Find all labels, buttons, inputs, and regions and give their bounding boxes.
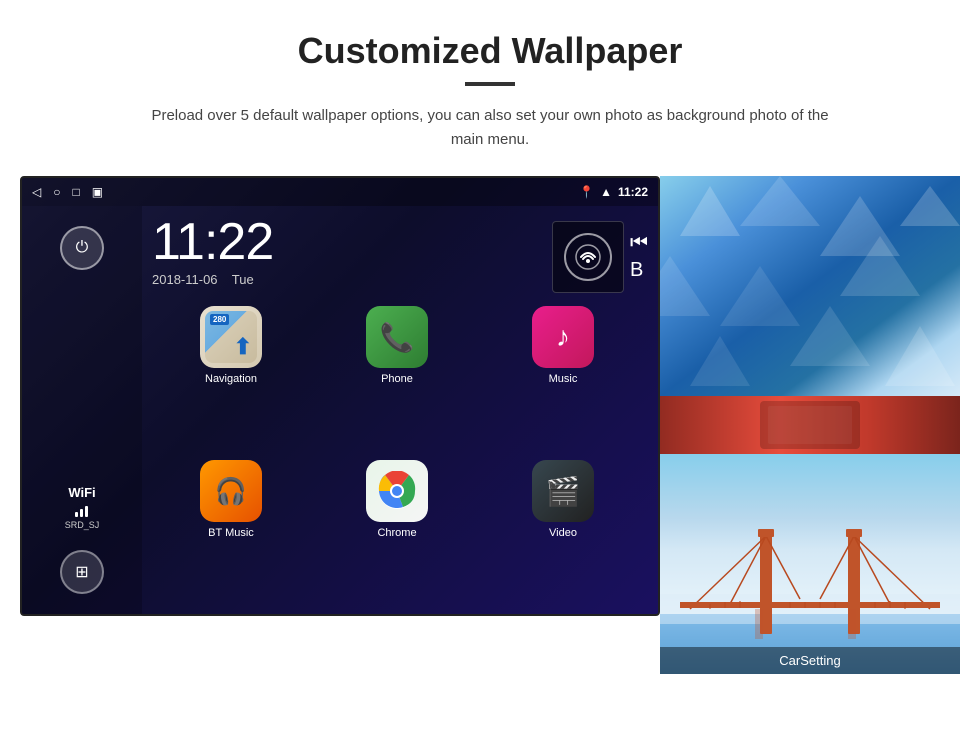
- recents-nav-icon[interactable]: □: [72, 185, 79, 199]
- media-controls: ⏮ B: [630, 232, 648, 282]
- app-item-chrome[interactable]: Chrome: [318, 460, 476, 606]
- page-wrapper: Customized Wallpaper Preload over 5 defa…: [0, 0, 980, 749]
- phone-icon: 📞: [366, 306, 428, 368]
- status-bar-left: ◁ ○ □ ▣: [32, 185, 103, 199]
- chrome-label: Chrome: [377, 527, 416, 539]
- app-item-music[interactable]: ♪ Music: [484, 306, 642, 452]
- screenshot-icon[interactable]: ▣: [92, 185, 103, 199]
- chrome-icon: [366, 460, 428, 522]
- wallpaper-small-red[interactable]: [660, 396, 960, 454]
- chrome-svg-icon: [377, 471, 417, 511]
- device-main: 11:22 2018-11-06 Tue: [142, 206, 658, 614]
- wallpaper-bridge[interactable]: CarSetting: [660, 454, 960, 674]
- app-item-phone[interactable]: 📞 Phone: [318, 306, 476, 452]
- clock-date: 2018-11-06 Tue: [152, 272, 552, 287]
- wifi-bar-3: [85, 506, 88, 517]
- grid-icon: ⊞: [75, 562, 88, 582]
- content-area: ◁ ○ □ ▣ 📍 ▲ 11:22 ⏻: [40, 176, 940, 674]
- power-button[interactable]: ⏻: [60, 226, 104, 270]
- device-sidebar: ⏻ WiFi SRD_SJ ⊞: [22, 206, 142, 614]
- bridge-wallpaper-svg: [660, 454, 960, 674]
- power-icon: ⏻: [76, 239, 89, 257]
- title-divider: [465, 82, 515, 86]
- wifi-status-icon: ▲: [600, 185, 612, 199]
- page-subtitle: Preload over 5 default wallpaper options…: [140, 104, 840, 152]
- ice-wallpaper-svg: [660, 176, 960, 396]
- bluetooth-symbol-icon: 🎧: [215, 476, 247, 507]
- navigation-icon: 280 ⬆: [200, 306, 262, 368]
- location-icon: 📍: [579, 185, 594, 199]
- grid-apps-button[interactable]: ⊞: [60, 550, 104, 594]
- device-body: ⏻ WiFi SRD_SJ ⊞: [22, 206, 658, 614]
- app-item-navigation[interactable]: 280 ⬆ Navigation: [152, 306, 310, 452]
- wifi-bar-2: [80, 509, 83, 517]
- nav-badge: 280: [210, 314, 229, 325]
- wifi-widget: WiFi SRD_SJ: [65, 485, 100, 530]
- clock-widget: 11:22 2018-11-06 Tue: [152, 216, 552, 287]
- clapboard-icon: 🎬: [546, 475, 581, 508]
- video-label: Video: [549, 527, 577, 539]
- wallpaper-ice[interactable]: [660, 176, 960, 396]
- media-signal-icon: [564, 233, 612, 281]
- status-bar-right: 📍 ▲ 11:22: [579, 185, 648, 199]
- bt-music-label: BT Music: [208, 527, 254, 539]
- prev-track-icon[interactable]: ⏮: [630, 232, 648, 255]
- app-item-bt-music[interactable]: 🎧 BT Music: [152, 460, 310, 606]
- music-note-icon: ♪: [556, 321, 570, 353]
- app-grid: 280 ⬆ Navigation 📞 Phone: [142, 298, 658, 614]
- wifi-label: WiFi: [65, 485, 100, 500]
- music-icon: ♪: [532, 306, 594, 368]
- media-widget: ⏮ B: [552, 221, 648, 293]
- clock-time: 11:22: [152, 216, 552, 268]
- car-setting-label: CarSetting: [660, 647, 960, 674]
- wallpaper-thumbnails: CarSetting: [660, 176, 960, 674]
- status-time: 11:22: [618, 185, 648, 199]
- status-bar: ◁ ○ □ ▣ 📍 ▲ 11:22: [22, 178, 658, 206]
- phone-label: Phone: [381, 373, 413, 385]
- navigation-label: Navigation: [205, 373, 257, 385]
- home-nav-icon[interactable]: ○: [53, 185, 60, 199]
- wifi-bar-1: [75, 512, 78, 517]
- wifi-ssid: SRD_SJ: [65, 520, 100, 530]
- next-track-icon[interactable]: B: [630, 259, 648, 282]
- red-wallpaper-svg: [660, 396, 960, 454]
- app-item-video[interactable]: 🎬 Video: [484, 460, 642, 606]
- video-icon: 🎬: [532, 460, 594, 522]
- media-icon-box: [552, 221, 624, 293]
- bt-music-icon: 🎧: [200, 460, 262, 522]
- device-screen: ◁ ○ □ ▣ 📍 ▲ 11:22 ⏻: [20, 176, 660, 616]
- page-title: Customized Wallpaper: [298, 30, 683, 72]
- back-nav-icon[interactable]: ◁: [32, 185, 41, 199]
- music-label: Music: [549, 373, 578, 385]
- nav-arrow-icon: ⬆: [234, 334, 252, 360]
- phone-symbol-icon: 📞: [380, 321, 415, 354]
- sidebar-top: ⏻: [60, 226, 104, 270]
